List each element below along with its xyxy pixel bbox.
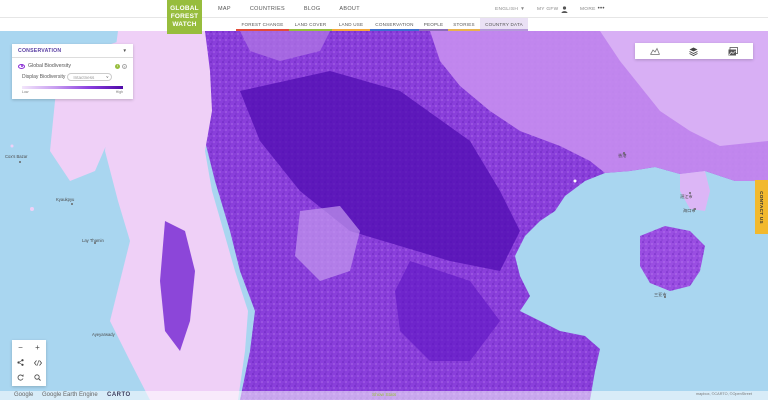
map-attribution[interactable]: mapbox, ©CARTO, ©OpenStreet — [696, 392, 752, 396]
zoom-out-icon[interactable]: − — [12, 340, 29, 355]
tab-color-bar — [332, 29, 370, 31]
chevron-down-icon[interactable]: ▼ — [123, 48, 127, 53]
tab-label: STORIES — [453, 22, 475, 27]
tab-conservation[interactable]: CONSERVATION — [370, 18, 419, 31]
main-nav: MAP COUNTRIES BLOG ABOUT — [218, 0, 379, 18]
tab-forest-change[interactable]: FOREST CHANGE — [236, 18, 289, 31]
tab-color-bar — [370, 29, 419, 31]
zoom-in-icon[interactable]: + — [29, 340, 46, 355]
legend-high: High — [115, 90, 123, 94]
dots-icon: ••• — [597, 6, 605, 12]
search-icon[interactable] — [29, 370, 46, 385]
display-label: Display Biodiversity — [22, 74, 66, 80]
more-label: MORE — [580, 6, 596, 12]
analysis-icon[interactable] — [648, 44, 662, 58]
nav-blog[interactable]: BLOG — [304, 6, 320, 12]
map-label-sanya: 三亚市 — [654, 291, 667, 298]
logo-line-1: GLOBAL — [170, 5, 199, 12]
panel-header[interactable]: CONSERVATION ▼ — [12, 44, 133, 58]
refresh-icon[interactable] — [12, 370, 29, 385]
tab-people[interactable]: PEOPLE — [419, 18, 448, 31]
language-selector[interactable]: ENGLISH ▼ — [495, 0, 525, 18]
tab-label: PEOPLE — [423, 22, 444, 27]
tab-country-data[interactable]: COUNTRY DATA — [480, 18, 528, 31]
chevron-down-icon: ▼ — [520, 6, 526, 12]
language-label: ENGLISH — [495, 6, 519, 12]
tab-stories[interactable]: STORIES — [448, 18, 480, 31]
legend-low: Low — [22, 90, 29, 94]
contact-us-button[interactable]: CONTACT US — [755, 180, 768, 234]
map-label-haikou: 海口市 — [683, 207, 696, 214]
google-earth-engine-logo: Google Earth Engine — [42, 392, 98, 398]
map-tools — [635, 43, 753, 59]
chevron-down-icon: v — [106, 74, 109, 79]
layers-icon[interactable] — [687, 44, 701, 58]
contact-label: CONTACT US — [759, 190, 764, 224]
gfw-logo[interactable]: GLOBAL FOREST WATCH — [167, 0, 202, 34]
tab-color-bar — [480, 29, 528, 31]
logo-line-3: WATCH — [172, 21, 197, 28]
tab-label: COUNTRY DATA — [485, 22, 523, 27]
layer-name: Global Biodiversity — [28, 63, 71, 69]
nav-about[interactable]: ABOUT — [339, 6, 359, 12]
nav-map[interactable]: MAP — [218, 6, 231, 12]
carto-logo: CARTO — [107, 392, 131, 398]
show-stats-link[interactable]: Show Stats — [372, 393, 396, 398]
embed-icon[interactable] — [29, 355, 46, 370]
basemap-icon[interactable] — [726, 44, 740, 58]
map-label-hong-kong: 香港 — [618, 152, 627, 159]
map-label-kyaukpyu: Kyaukpyu — [56, 197, 75, 202]
tab-color-bar — [289, 29, 332, 31]
display-row: Display Biodiversity Intactness v — [12, 69, 133, 81]
info-icon[interactable]: i — [115, 63, 120, 69]
user-icon — [561, 5, 568, 13]
tab-label: LAND COVER — [294, 22, 327, 27]
select-value: Intactness — [73, 74, 95, 80]
legend-gradient — [22, 86, 123, 89]
map-label-coxs-bazar: Cox's Bazar — [5, 154, 28, 159]
more-menu[interactable]: MORE ••• — [580, 0, 605, 18]
logo-line-2: FOREST — [170, 13, 199, 20]
layer-category-tabs: FOREST CHANGE LAND COVER LAND USE CONSER… — [236, 18, 528, 31]
tab-color-bar — [448, 29, 480, 31]
tab-land-cover[interactable]: LAND COVER — [289, 18, 332, 31]
tab-land-use[interactable]: LAND USE — [332, 18, 370, 31]
my-gfw-label: MY GFW — [537, 6, 559, 12]
google-logo: Google — [14, 392, 34, 398]
legend-labels: Low High — [22, 90, 123, 94]
tab-color-bar — [236, 29, 289, 31]
tab-color-bar — [419, 29, 448, 31]
eye-icon[interactable] — [18, 63, 25, 69]
top-header — [0, 0, 768, 18]
map-label-zhanjiang: 湛江市 — [680, 193, 693, 200]
layers-panel: CONSERVATION ▼ Global Biodiversity i × D… — [12, 44, 133, 99]
panel-title: CONSERVATION — [18, 47, 62, 54]
tab-label: FOREST CHANGE — [241, 22, 284, 27]
tab-label: CONSERVATION — [375, 22, 414, 27]
tab-label: LAND USE — [338, 22, 364, 27]
share-icon[interactable] — [12, 355, 29, 370]
map-label-ayeyarwady: Ayeyarwady — [92, 332, 116, 337]
nav-countries[interactable]: COUNTRIES — [250, 6, 285, 12]
map-label-lay-thamin: Lay Thamin — [82, 238, 104, 243]
close-icon[interactable]: × — [122, 63, 127, 69]
biodiversity-select[interactable]: Intactness v — [67, 73, 113, 81]
layer-row: Global Biodiversity i × — [12, 58, 133, 69]
my-gfw-link[interactable]: MY GFW — [537, 0, 568, 18]
map-controls: − + — [12, 340, 46, 386]
